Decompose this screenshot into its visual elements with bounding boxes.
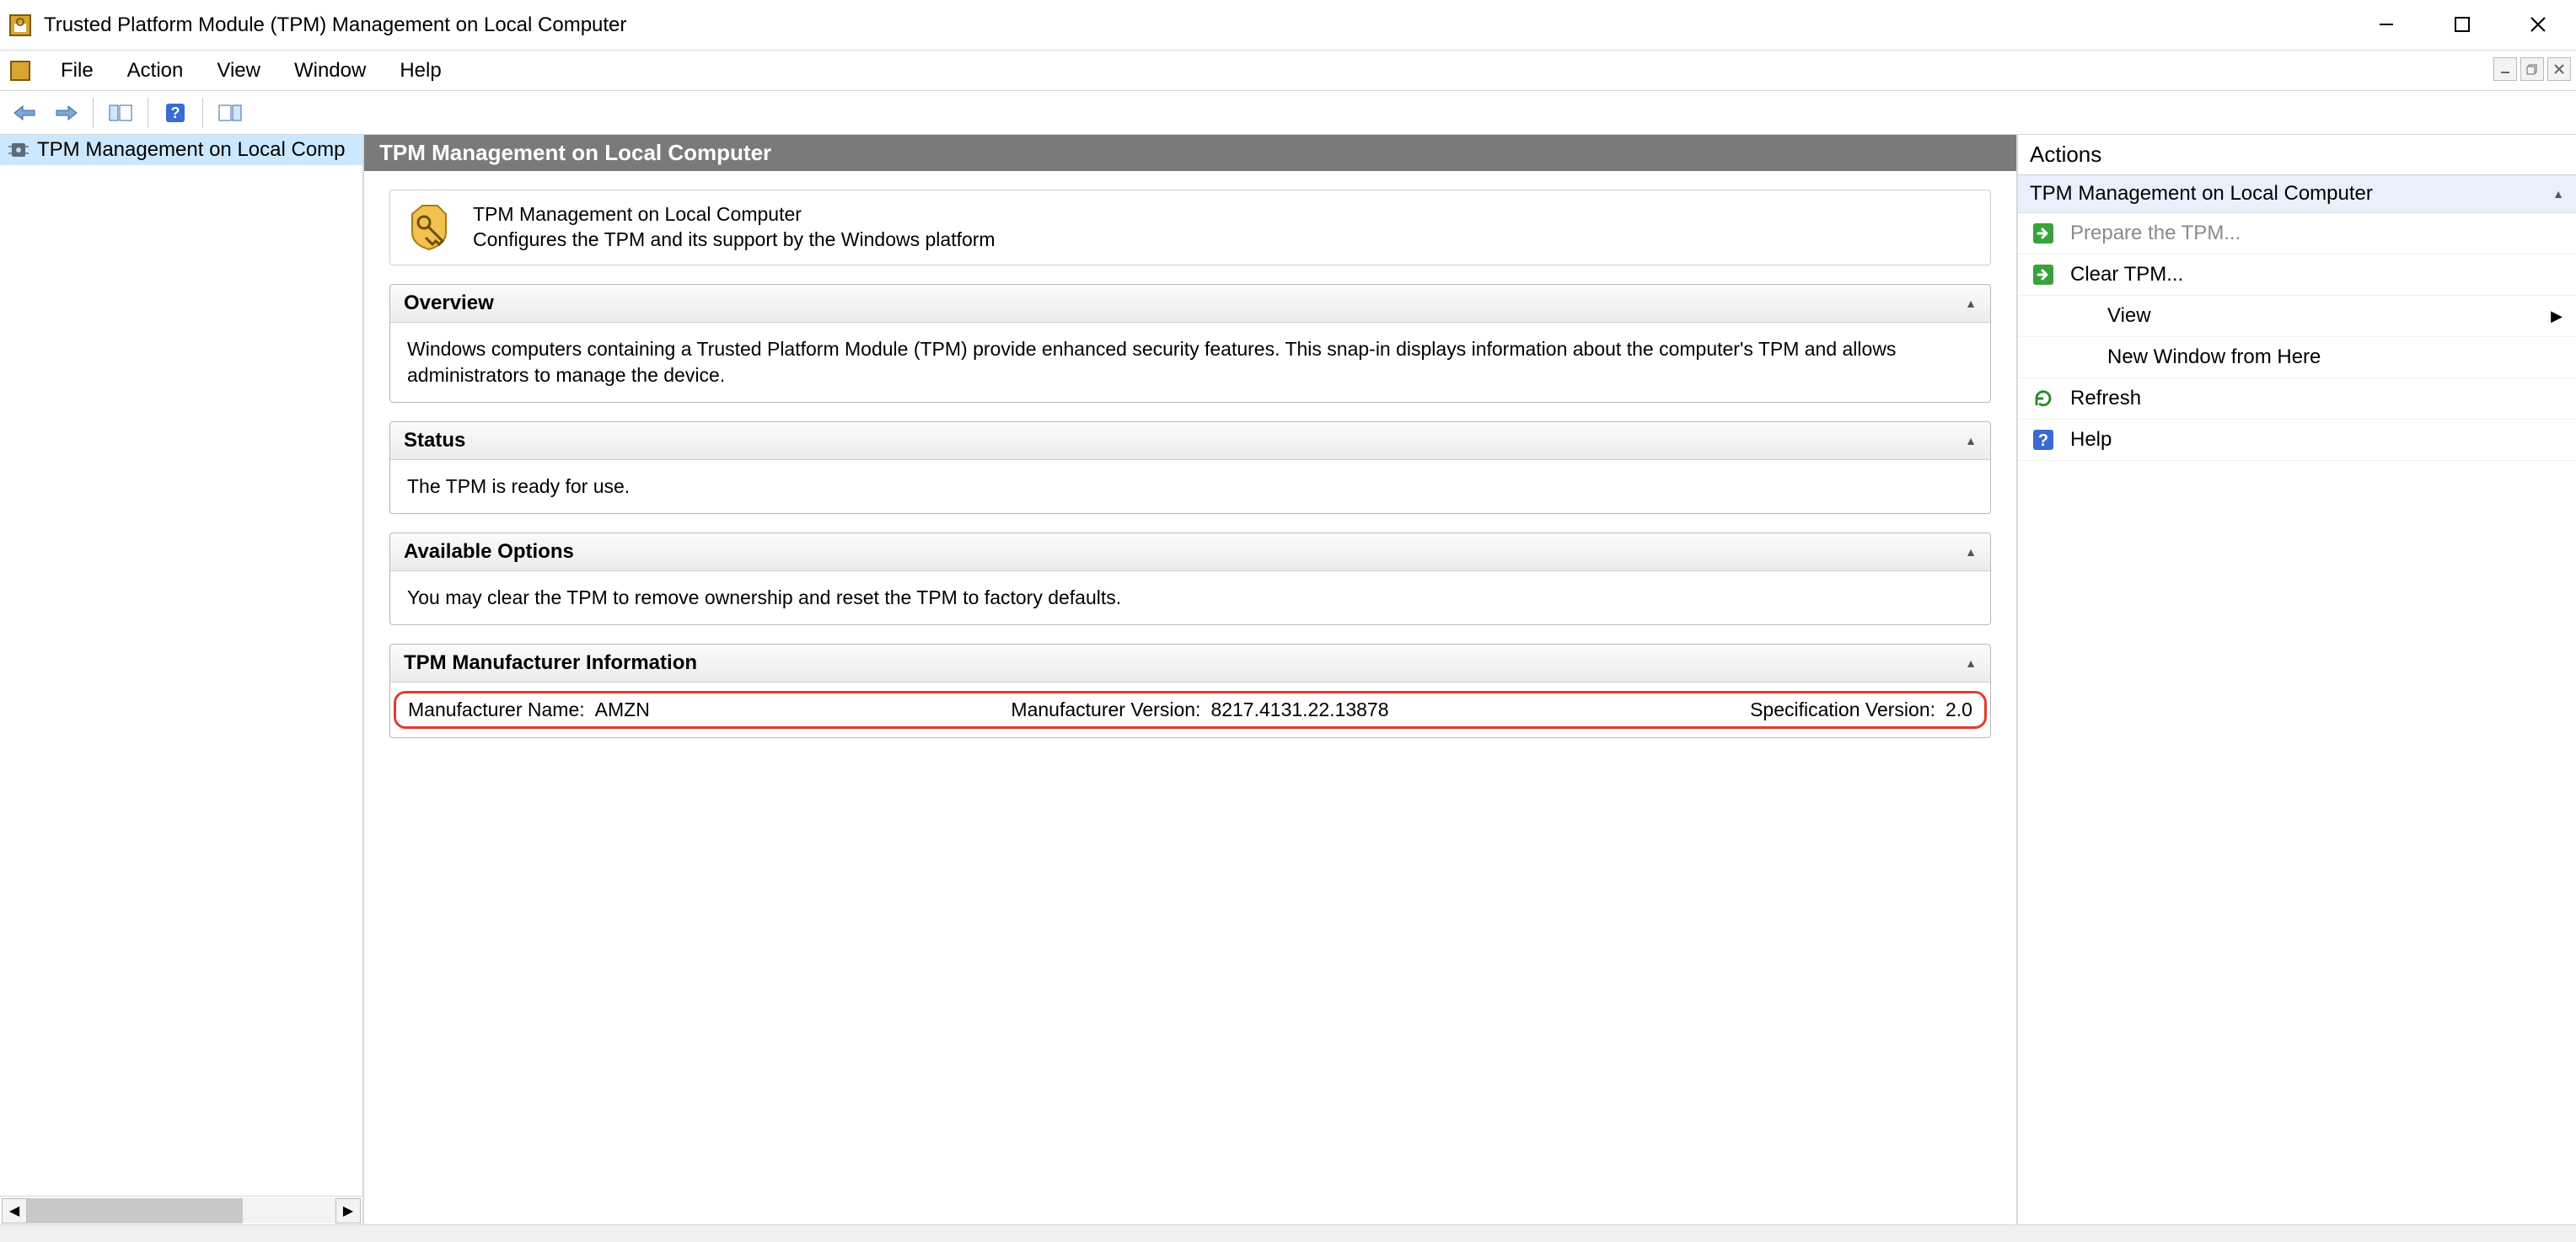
svg-text:?: ? <box>171 104 180 121</box>
section-mfr-head[interactable]: TPM Manufacturer Information ▲ <box>390 645 1990 683</box>
collapse-caret-icon: ▲ <box>1965 656 1977 670</box>
mfr-highlight-row: Manufacturer Name AMZN Manufacturer Vers… <box>394 691 1987 729</box>
actions-subtitle: TPM Management on Local Computer <box>2030 182 2373 206</box>
actions-pane: Actions TPM Management on Local Computer… <box>2018 135 2576 1224</box>
tpm-chip-icon <box>7 138 30 162</box>
section-overview-head[interactable]: Overview ▲ <box>390 285 1990 323</box>
mdi-restore[interactable] <box>2520 57 2544 81</box>
blank-icon <box>2069 304 2092 328</box>
help-button[interactable]: ? <box>158 96 192 130</box>
collapse-caret-icon: ▲ <box>1965 545 1977 559</box>
center-pane: TPM Management on Local Computer TPM Man… <box>364 135 2018 1224</box>
maximize-button[interactable] <box>2424 0 2500 49</box>
mfr-ver-label: Manufacturer Version <box>1011 699 1200 721</box>
menu-file[interactable]: File <box>56 56 99 86</box>
overview-title: Overview <box>404 292 494 315</box>
mfr-title: TPM Manufacturer Information <box>404 651 697 675</box>
mfr-name-value: AMZN <box>595 699 650 721</box>
status-title: Status <box>404 429 465 452</box>
desc-subtitle: Configures the TPM and its support by th… <box>473 228 996 253</box>
mfr-spec-value: 2.0 <box>1945 699 1972 721</box>
action-label: Clear TPM... <box>2070 263 2183 286</box>
menu-window[interactable]: Window <box>289 56 371 86</box>
refresh-icon <box>2031 387 2055 410</box>
action-new-window-from-here[interactable]: New Window from Here <box>2018 337 2576 378</box>
toolbar: ? <box>0 91 2576 135</box>
menubar-app-icon <box>8 59 32 83</box>
tree-hscrollbar[interactable]: ◀ ▶ <box>0 1196 362 1224</box>
scroll-left-icon[interactable]: ◀ <box>2 1198 27 1223</box>
key-shield-icon <box>405 204 453 251</box>
section-status-head[interactable]: Status ▲ <box>390 422 1990 460</box>
scroll-thumb[interactable] <box>27 1198 243 1223</box>
help-icon: ? <box>2031 428 2055 452</box>
tree-pane: TPM Management on Local Comp ◀ ▶ <box>0 135 364 1224</box>
section-options-head[interactable]: Available Options ▲ <box>390 533 1990 571</box>
action-label: View <box>2107 304 2151 328</box>
mdi-minimize[interactable] <box>2493 57 2517 81</box>
app-icon <box>7 12 34 39</box>
collapse-caret-icon: ▲ <box>1965 297 1977 310</box>
desc-title: TPM Management on Local Computer <box>473 202 996 228</box>
menu-action[interactable]: Action <box>122 56 189 86</box>
window-title: Trusted Platform Module (TPM) Management… <box>44 13 626 37</box>
center-header: TPM Management on Local Computer <box>364 135 2016 171</box>
tree-root-label: TPM Management on Local Comp <box>37 138 346 162</box>
section-mfr: TPM Manufacturer Information ▲ Manufactu… <box>389 644 1991 738</box>
section-options: Available Options ▲ You may clear the TP… <box>389 533 1991 625</box>
scroll-right-icon[interactable]: ▶ <box>335 1198 361 1223</box>
options-body: You may clear the TPM to remove ownershi… <box>390 571 1990 624</box>
nav-back-button[interactable] <box>8 96 42 130</box>
section-status: Status ▲ The TPM is ready for use. <box>389 421 1991 514</box>
actions-list: Prepare the TPM... Clear TPM... View ▶ New W… <box>2018 213 2576 461</box>
nav-forward-button[interactable] <box>49 96 83 130</box>
svg-text:?: ? <box>2038 431 2048 450</box>
collapse-caret-icon: ▲ <box>1965 434 1977 447</box>
action-clear-tpm[interactable]: Clear TPM... <box>2018 254 2576 296</box>
actions-subtitle-row[interactable]: TPM Management on Local Computer ▲ <box>2018 175 2576 213</box>
section-overview: Overview ▲ Windows computers containing … <box>389 284 1991 403</box>
arrow-green-icon <box>2031 222 2055 245</box>
scroll-track[interactable] <box>27 1198 335 1223</box>
tree-root-node[interactable]: TPM Management on Local Comp <box>0 135 362 165</box>
menu-help[interactable]: Help <box>394 56 446 86</box>
action-label: Help <box>2070 428 2112 452</box>
actions-title: Actions <box>2018 135 2576 175</box>
titlebar: Trusted Platform Module (TPM) Management… <box>0 0 2576 51</box>
window-controls <box>2348 0 2576 50</box>
action-label: Prepare the TPM... <box>2070 222 2241 245</box>
options-title: Available Options <box>404 540 574 564</box>
action-refresh[interactable]: Refresh <box>2018 378 2576 420</box>
menubar: File Action View Window Help <box>0 51 2576 91</box>
action-label: New Window from Here <box>2107 345 2321 369</box>
close-button[interactable] <box>2500 0 2576 49</box>
status-body: The TPM is ready for use. <box>390 460 1990 513</box>
mdi-window-controls <box>2493 57 2571 81</box>
mfr-name-label: Manufacturer Name <box>408 699 585 721</box>
statusbar <box>0 1225 2576 1242</box>
mfr-ver-value: 8217.4131.22.13878 <box>1210 699 1388 721</box>
arrow-green-icon <box>2031 263 2055 286</box>
collapse-caret-icon: ▲ <box>2552 187 2564 201</box>
chevron-right-icon: ▶ <box>2551 308 2563 325</box>
minimize-button[interactable] <box>2348 0 2424 49</box>
action-prepare-the-tpm: Prepare the TPM... <box>2018 213 2576 254</box>
overview-body: Windows computers containing a Trusted P… <box>390 323 1990 402</box>
show-hide-tree-button[interactable] <box>104 96 137 130</box>
mfr-spec-label: Specification Version <box>1750 699 1935 721</box>
menu-view[interactable]: View <box>212 56 266 86</box>
description-box: TPM Management on Local Computer Configu… <box>389 190 1991 265</box>
workspace: TPM Management on Local Comp ◀ ▶ TPM Man… <box>0 135 2576 1225</box>
action-help[interactable]: ? Help <box>2018 420 2576 461</box>
action-view[interactable]: View ▶ <box>2018 296 2576 337</box>
mdi-close[interactable] <box>2547 57 2571 81</box>
show-hide-action-button[interactable] <box>213 96 247 130</box>
blank-icon <box>2069 345 2092 369</box>
action-label: Refresh <box>2070 387 2141 410</box>
